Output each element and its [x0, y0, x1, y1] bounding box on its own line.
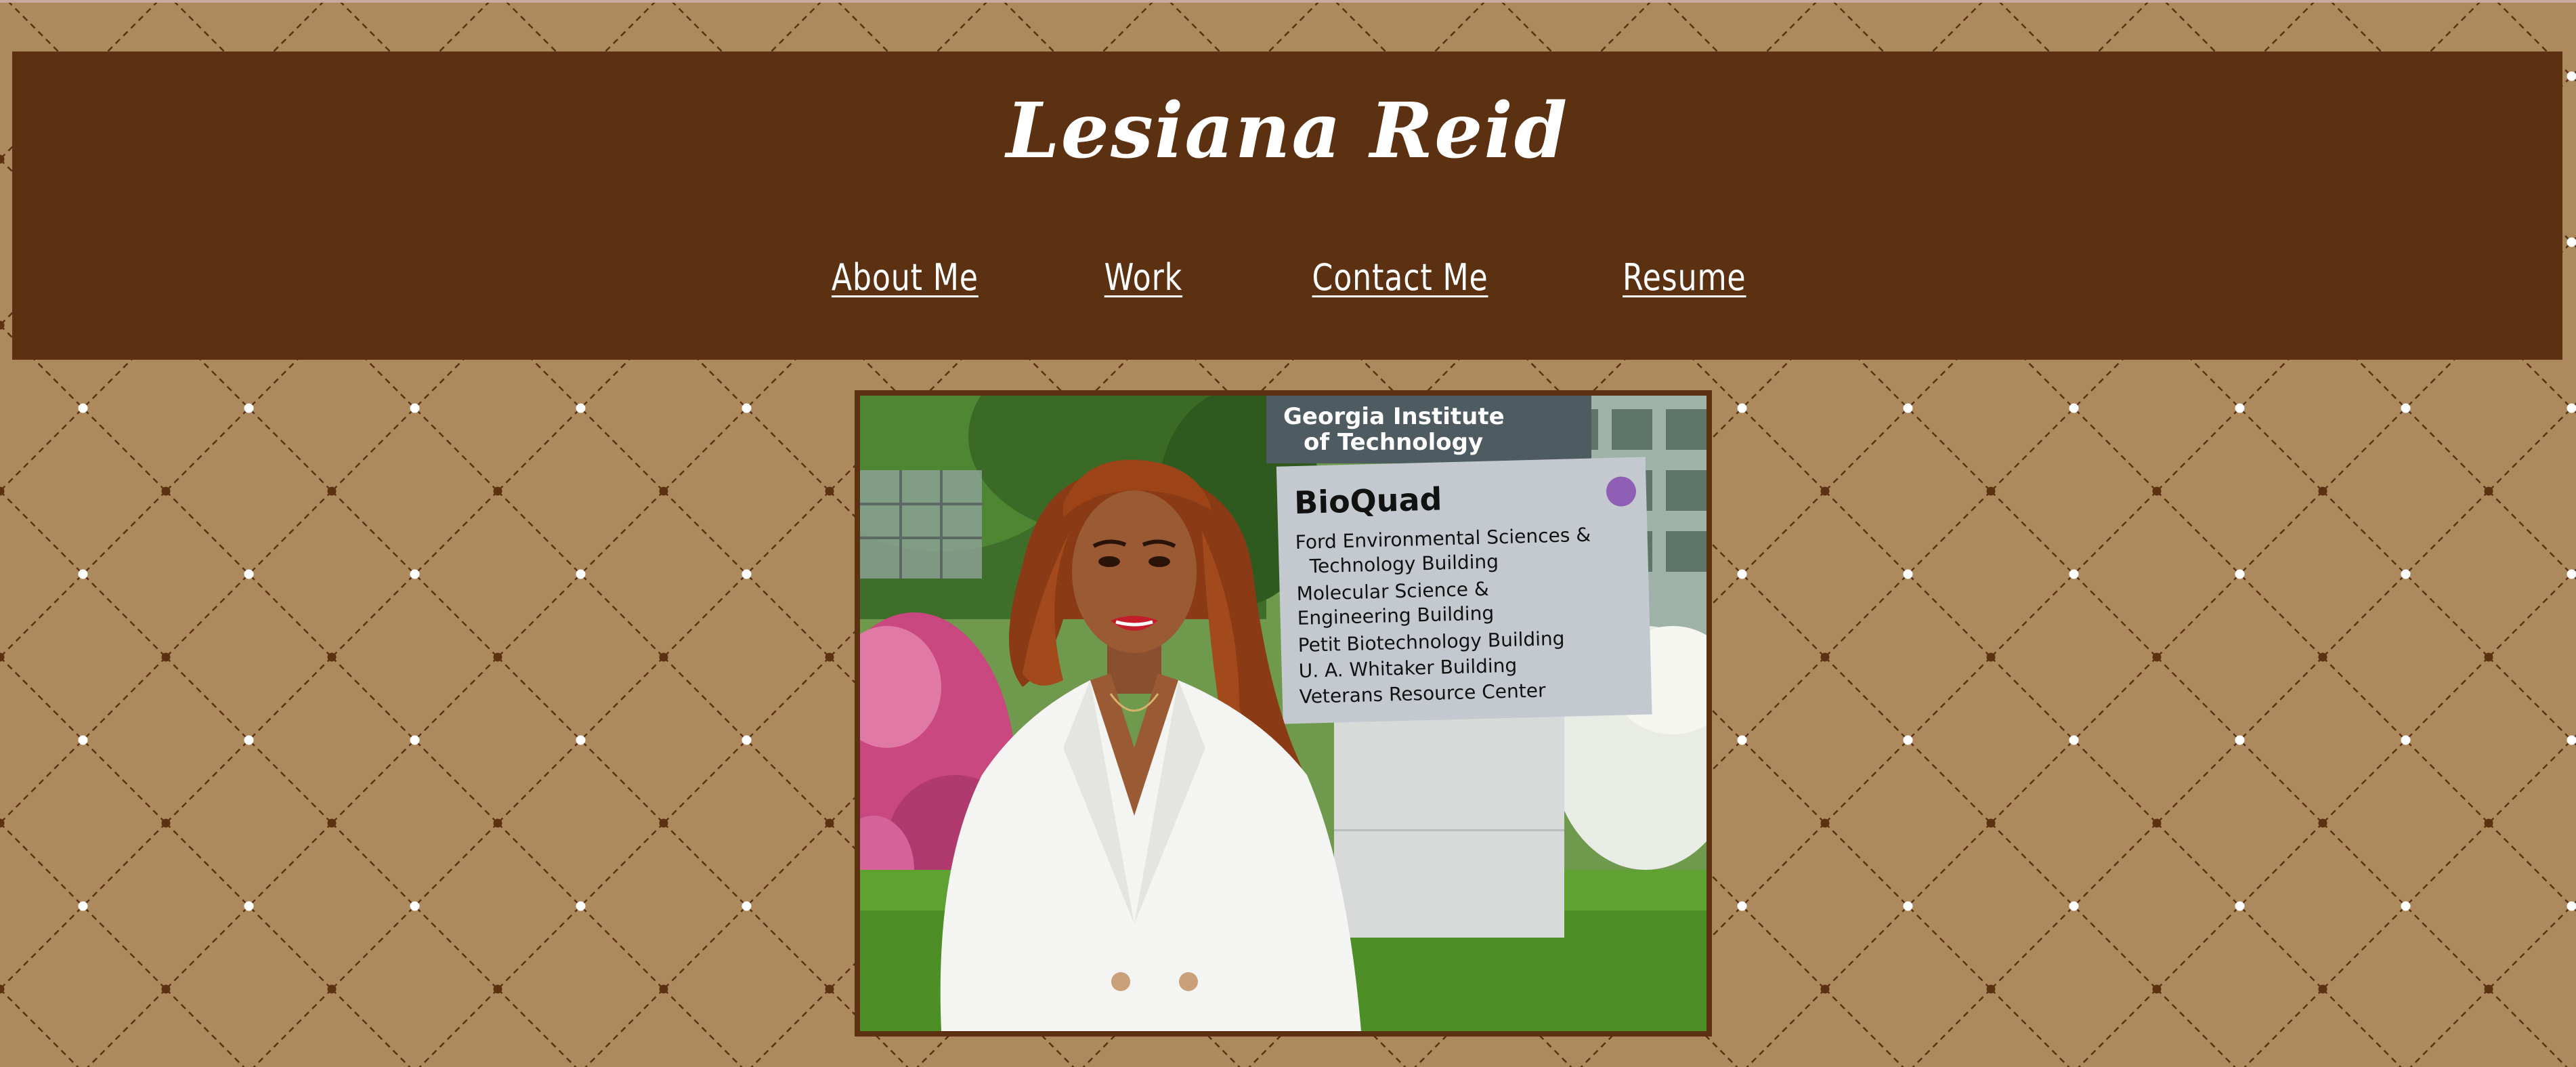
sign-logo-line2: of Technology [1304, 429, 1483, 456]
site-title: Lesiana Reid [1006, 87, 1569, 175]
sign-heading: BioQuad [1294, 480, 1443, 521]
site-header: Lesiana Reid About Me Work Contact Me Re… [12, 51, 2562, 360]
top-border-line [0, 0, 2576, 3]
sign-logo-line1: Georgia Institute [1283, 403, 1505, 430]
portrait-photo: Georgia Institute of Technology BioQuad … [855, 390, 1712, 1037]
nav-link-about-me[interactable]: About Me [831, 256, 978, 300]
portrait-photo-illustration: Georgia Institute of Technology BioQuad … [860, 396, 1706, 1031]
main-nav: About Me Work Contact Me Resume [12, 256, 2562, 300]
nav-link-resume[interactable]: Resume [1623, 256, 1746, 300]
nav-link-contact-me[interactable]: Contact Me [1312, 256, 1488, 300]
nav-link-work[interactable]: Work [1104, 256, 1182, 300]
